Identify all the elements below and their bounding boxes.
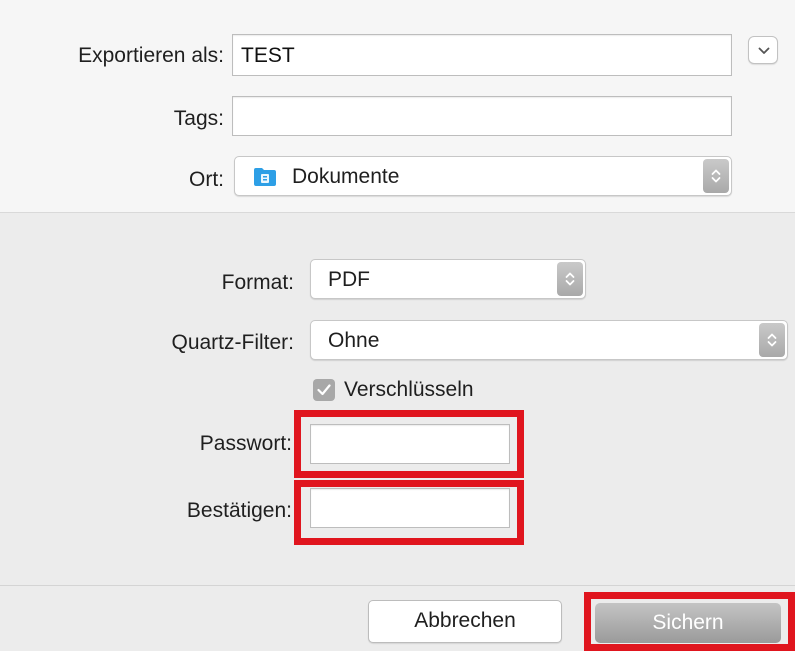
format-popup[interactable]: PDF [310, 259, 586, 299]
save-button-label: Sichern [652, 611, 724, 634]
export-dialog: Exportieren als: TEST Tags: Ort: Dokumen… [0, 0, 795, 651]
format-stepper [557, 262, 583, 296]
up-down-arrows-icon [565, 272, 575, 286]
location-stepper [703, 159, 729, 193]
export-as-field[interactable]: TEST [232, 34, 732, 76]
export-as-value: TEST [241, 44, 295, 67]
save-button[interactable]: Sichern [595, 603, 781, 643]
location-popup[interactable]: Dokumente [234, 156, 732, 196]
expand-dialog-button[interactable] [748, 36, 778, 64]
up-down-arrows-icon [767, 333, 777, 347]
encrypt-label[interactable]: Verschlüsseln [344, 377, 474, 403]
quartz-filter-value: Ohne [328, 329, 380, 352]
quartz-filter-stepper [759, 323, 785, 357]
export-as-label: Exportieren als: [78, 44, 224, 67]
cancel-button-label: Abbrechen [414, 609, 516, 632]
cancel-button[interactable]: Abbrechen [368, 600, 562, 643]
confirm-label: Bestätigen: [186, 499, 292, 522]
location-label: Ort: [189, 168, 224, 191]
password-field[interactable] [310, 424, 510, 464]
password-label: Passwort: [199, 432, 292, 455]
confirm-password-field[interactable] [310, 488, 510, 528]
tags-field[interactable] [232, 96, 732, 136]
up-down-arrows-icon [711, 169, 721, 183]
quartz-filter-popup[interactable]: Ohne [310, 320, 788, 360]
folder-icon [254, 168, 276, 186]
format-label: Format: [221, 271, 294, 294]
checkmark-icon [317, 384, 331, 396]
format-value: PDF [328, 268, 370, 291]
location-value: Dokumente [292, 165, 400, 188]
chevron-down-icon [758, 47, 770, 54]
encrypt-checkbox[interactable] [313, 379, 335, 401]
tags-label: Tags: [173, 107, 224, 130]
quartz-filter-label: Quartz-Filter: [171, 331, 294, 354]
